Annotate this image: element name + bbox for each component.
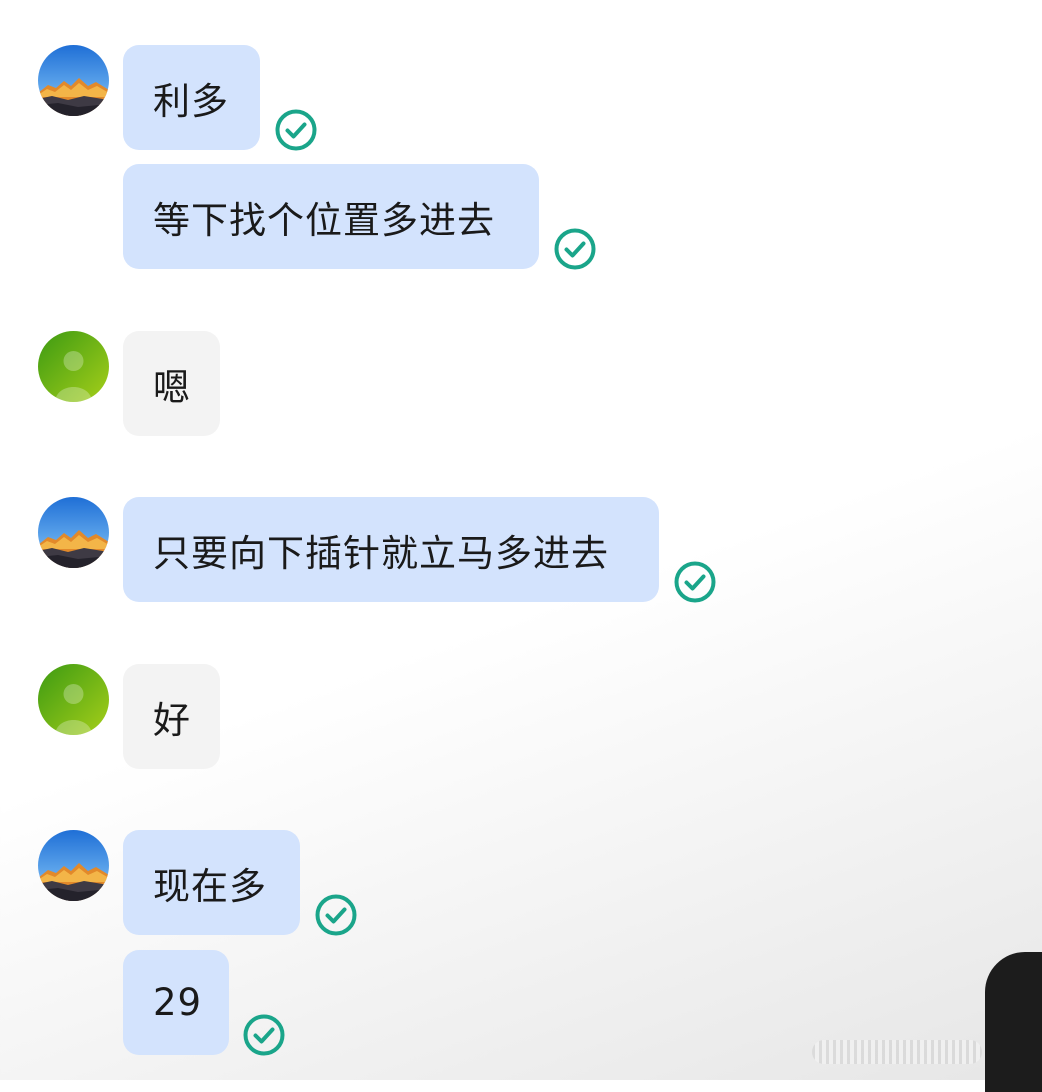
device-edge [985, 952, 1042, 1092]
mountain-avatar-icon [38, 45, 109, 116]
check-circle-icon [553, 227, 597, 271]
mountain-avatar-icon [38, 830, 109, 901]
contact-avatar[interactable] [38, 331, 109, 402]
check-circle-icon [314, 893, 358, 937]
person-avatar-icon [38, 664, 109, 735]
message-text: 只要向下插针就立马多进去 [153, 531, 609, 575]
check-circle-icon [673, 560, 717, 604]
message-bubble-sent[interactable]: 等下找个位置多进去 [123, 164, 539, 269]
contact-avatar[interactable] [38, 664, 109, 735]
message-bubble-sent[interactable]: 利多 [123, 45, 260, 150]
message-bubble-received[interactable]: 好 [123, 664, 220, 769]
scroll-indicator [812, 1040, 982, 1064]
check-circle-icon [274, 108, 318, 152]
message-text: 嗯 [153, 365, 191, 409]
message-bubble-received[interactable]: 嗯 [123, 331, 220, 436]
message-text: 29 [153, 981, 203, 1024]
message-text: 好 [153, 698, 191, 742]
self-avatar[interactable] [38, 45, 109, 116]
self-avatar[interactable] [38, 830, 109, 901]
mountain-avatar-icon [38, 497, 109, 568]
self-avatar[interactable] [38, 497, 109, 568]
message-text: 等下找个位置多进去 [153, 198, 495, 242]
message-bubble-sent[interactable]: 29 [123, 950, 229, 1055]
chat-thread: 利多 等下找个位置多进去 嗯 只要向下插针就立马多进去 好 现在多 29 [0, 0, 1042, 1080]
person-avatar-icon [38, 331, 109, 402]
message-text: 利多 [153, 79, 229, 123]
check-circle-icon [242, 1013, 286, 1057]
message-text: 现在多 [153, 864, 267, 908]
message-bubble-sent[interactable]: 只要向下插针就立马多进去 [123, 497, 659, 602]
message-bubble-sent[interactable]: 现在多 [123, 830, 300, 935]
